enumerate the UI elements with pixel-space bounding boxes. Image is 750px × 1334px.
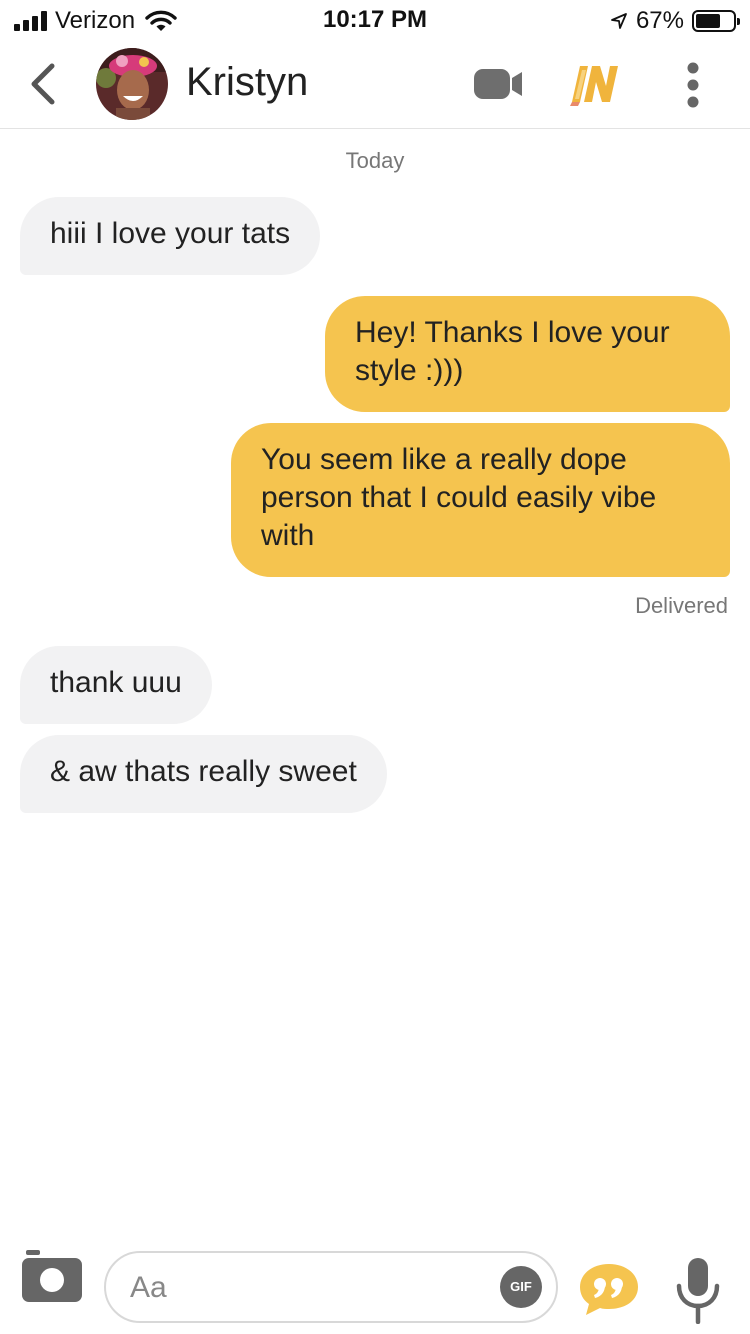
battery-icon — [692, 10, 740, 32]
battery-fill — [696, 14, 720, 28]
status-bar: Verizon 10:17 PM 67% — [0, 0, 750, 40]
avatar[interactable] — [96, 48, 168, 120]
microphone-icon[interactable] — [676, 1258, 720, 1324]
delivery-status: Delivered — [635, 593, 728, 618]
chat-header: Kristyn — [0, 40, 750, 129]
incoming-message[interactable]: & aw thats really sweet — [20, 735, 387, 813]
incoming-message[interactable]: thank uuu — [20, 646, 212, 724]
gif-button[interactable]: GIF — [500, 1266, 542, 1308]
video-camera-icon[interactable] — [472, 66, 524, 102]
message-input[interactable] — [128, 1265, 472, 1311]
location-arrow-icon — [611, 13, 627, 29]
incoming-message[interactable]: hiii I love your tats — [20, 197, 321, 275]
more-vertical-icon[interactable] — [686, 62, 700, 108]
avatar-image — [96, 48, 168, 120]
date-separator: Today — [345, 148, 405, 173]
message-input-wrapper: GIF — [104, 1251, 558, 1323]
back-chevron-icon[interactable] — [28, 62, 58, 106]
in-badge-icon[interactable] — [568, 62, 624, 106]
contact-name[interactable]: Kristyn — [186, 60, 308, 105]
composer-bar: GIF — [0, 1234, 750, 1334]
quote-icon[interactable] — [578, 1262, 640, 1316]
outgoing-message[interactable]: Hey! Thanks I love your style :))) — [325, 296, 730, 412]
battery-percentage: 67% — [635, 7, 684, 34]
status-right: 67% — [610, 6, 740, 36]
outgoing-message[interactable]: You seem like a really dope person that … — [231, 423, 730, 577]
camera-icon[interactable] — [22, 1248, 82, 1304]
